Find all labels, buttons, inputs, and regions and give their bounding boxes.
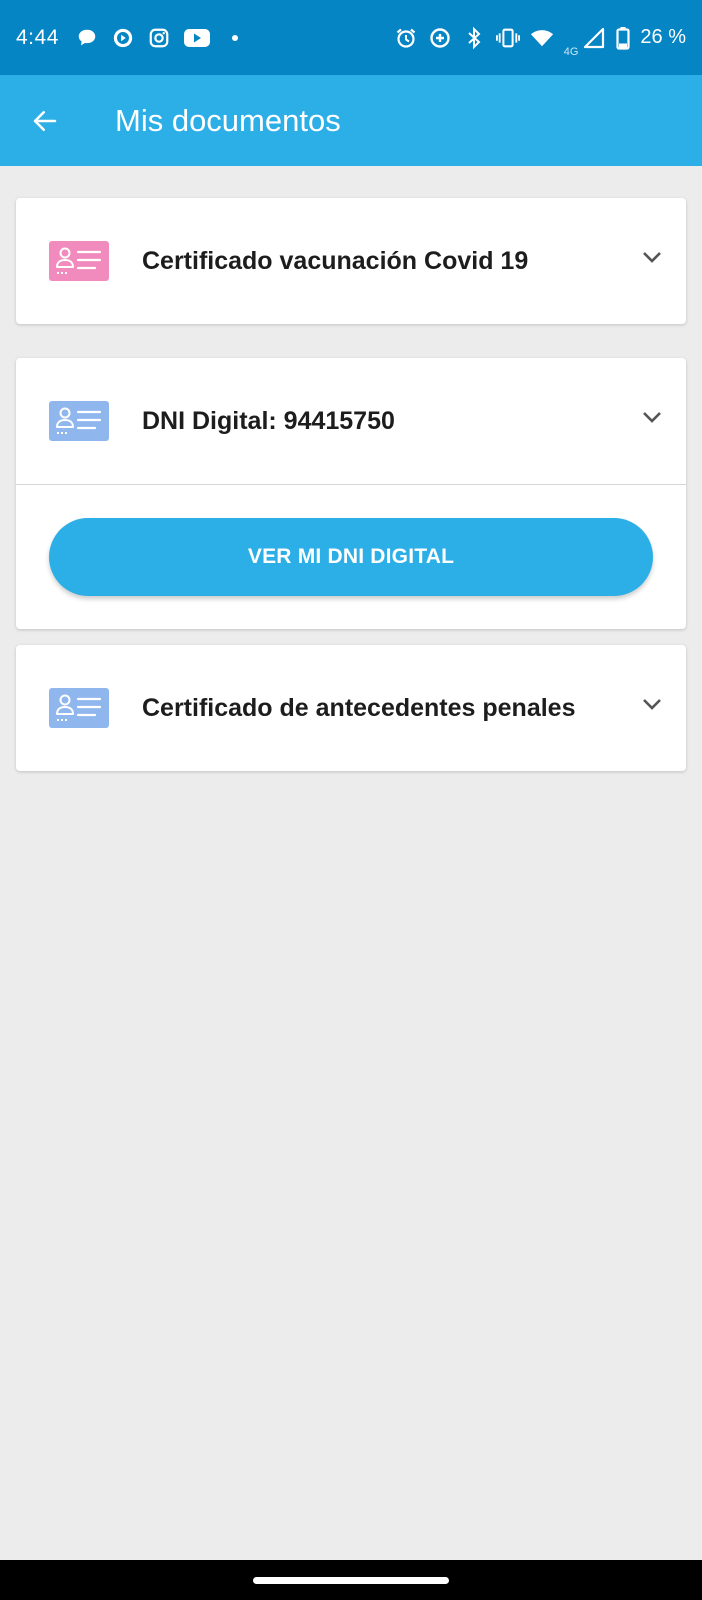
battery-percent: 26 %: [640, 26, 686, 48]
youtube-icon: [183, 26, 211, 50]
navigation-bar: [0, 1560, 702, 1600]
home-gesture-handle[interactable]: [253, 1577, 449, 1584]
chat-bubble-icon: [75, 26, 99, 50]
play-circle-icon: [111, 26, 135, 50]
back-button[interactable]: [22, 98, 68, 144]
document-body-dni: VER MI DNI DIGITAL: [16, 485, 686, 628]
document-card-criminal-record: Certificado de antecedentes penales: [16, 645, 686, 771]
wifi-icon: [530, 26, 554, 50]
vibrate-icon: [495, 26, 520, 50]
chevron-down-icon[interactable]: [640, 695, 664, 713]
bluetooth-icon: [462, 26, 486, 50]
network-type: 4G: [563, 45, 579, 58]
view-digital-dni-button[interactable]: VER MI DNI DIGITAL: [49, 518, 653, 596]
battery-icon: [616, 26, 631, 50]
chevron-down-icon[interactable]: [640, 248, 664, 266]
data-saver-icon: [428, 26, 452, 50]
status-time: 4:44: [16, 25, 59, 49]
document-header-dni[interactable]: DNI Digital: 94415750: [16, 358, 686, 484]
document-header-criminal-record[interactable]: Certificado de antecedentes penales: [16, 645, 686, 771]
chevron-down-icon[interactable]: [640, 408, 664, 426]
app-bar: Mis documentos: [0, 75, 702, 166]
id-card-icon: [49, 401, 109, 441]
instagram-icon: [147, 26, 171, 50]
id-card-icon: [49, 688, 109, 728]
status-bar: 4:44 4G 26 %: [0, 0, 702, 75]
document-title: Certificado vacunación Covid 19: [142, 246, 529, 275]
signal-icon: [582, 26, 606, 50]
id-card-icon: [49, 241, 109, 281]
document-card-dni: DNI Digital: 94415750 VER MI DNI DIGITAL: [16, 358, 686, 629]
document-title: DNI Digital: 94415750: [142, 406, 395, 435]
page-title: Mis documentos: [115, 102, 341, 138]
alarm-icon: [394, 26, 418, 50]
arrow-left-icon: [33, 110, 57, 131]
dot-icon: [223, 26, 247, 50]
document-card-covid-certificate: Certificado vacunación Covid 19: [16, 198, 686, 324]
document-title: Certificado de antecedentes penales: [142, 693, 576, 722]
document-header-covid-certificate[interactable]: Certificado vacunación Covid 19: [16, 198, 686, 324]
